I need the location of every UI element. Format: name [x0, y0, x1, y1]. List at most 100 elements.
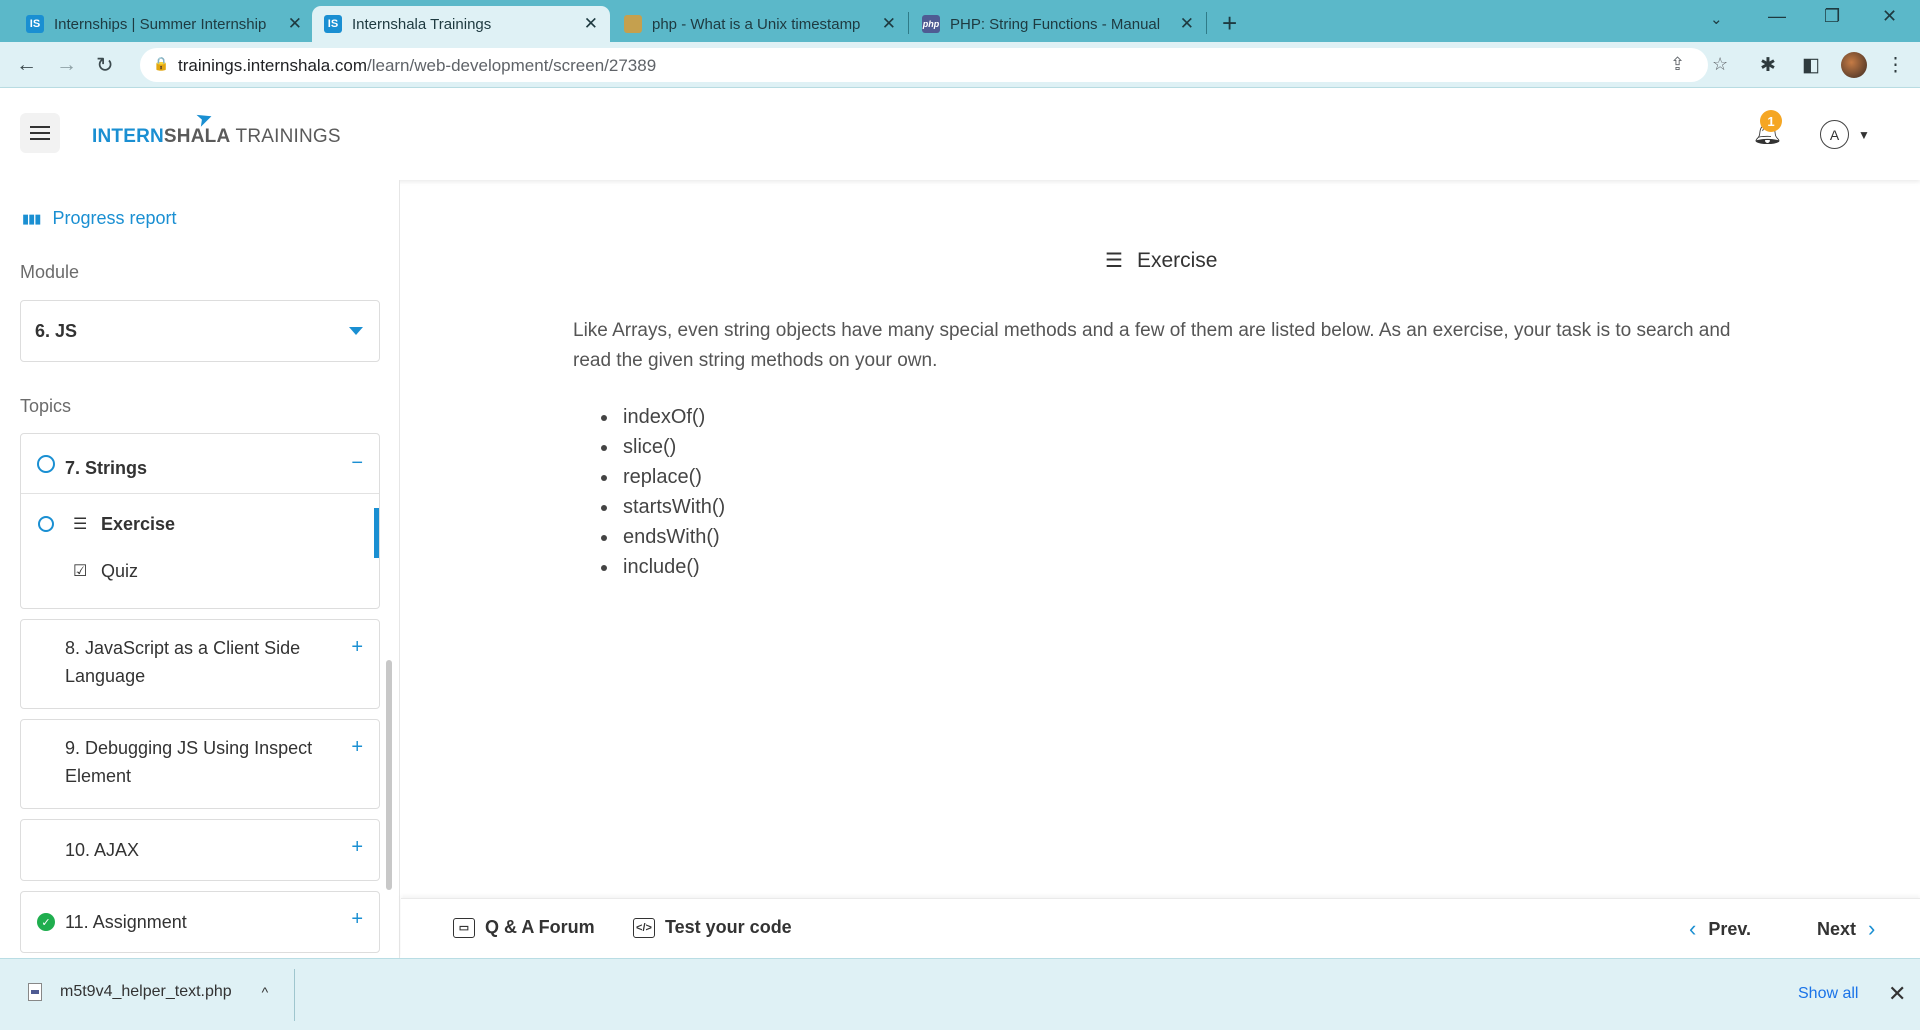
list-item: slice() — [601, 432, 725, 462]
list-item: indexOf() — [601, 402, 725, 432]
sub-item-exercise[interactable]: ☰ Exercise — [21, 502, 379, 558]
close-tab-icon[interactable]: ✕ — [288, 14, 302, 34]
chevron-up-icon[interactable]: ^ — [262, 984, 269, 1000]
prev-label: Prev. — [1708, 918, 1752, 939]
qa-forum-button[interactable]: ▭ Q & A Forum — [453, 917, 595, 938]
restore-icon[interactable]: ❐ — [1824, 6, 1840, 27]
topic-assignment[interactable]: ✓ 11. Assignment + — [20, 891, 380, 953]
test-your-code-label: Test your code — [665, 917, 792, 937]
collapse-minus-icon[interactable]: − — [351, 452, 363, 475]
url-path: /learn/web-development/screen/27389 — [366, 56, 657, 75]
browser-tab-internships[interactable]: IS Internships | Summer Internship ✕ — [14, 6, 314, 42]
completed-check-icon: ✓ — [37, 913, 55, 931]
browser-address-bar: ← → ↻ 🔒 trainings.internshala.com/learn/… — [0, 42, 1920, 88]
tab-title: Internshala Trainings — [352, 15, 492, 33]
internshala-favicon-icon: IS — [26, 15, 44, 33]
expand-plus-icon[interactable]: + — [351, 908, 363, 931]
expand-plus-icon[interactable]: + — [351, 636, 363, 659]
share-icon[interactable]: ⇪ — [1670, 54, 1685, 75]
lesson-content: ☰ Exercise Like Arrays, even string obje… — [401, 180, 1920, 898]
qa-forum-label: Q & A Forum — [485, 917, 595, 937]
forward-arrow-icon[interactable]: → — [56, 53, 77, 77]
test-your-code-button[interactable]: </> Test your code — [633, 917, 792, 938]
logo-text-intern: INTERN — [92, 126, 164, 147]
topic-title: 8. JavaScript as a Client Side Language — [65, 638, 301, 686]
exercise-heading: ☰ Exercise — [1105, 248, 1217, 273]
sub-item-quiz[interactable]: ☑ Quiz — [21, 549, 379, 595]
topic-title: 9. Debugging JS Using Inspect Element — [65, 738, 313, 786]
close-tab-icon[interactable]: ✕ — [584, 14, 598, 34]
in-progress-circle-icon — [38, 516, 54, 532]
browser-profile-avatar[interactable] — [1841, 52, 1867, 78]
account-caret-icon[interactable]: ▼ — [1858, 128, 1870, 142]
list-item: include() — [601, 552, 725, 582]
list-item: endsWith() — [601, 522, 725, 552]
topic-title: 11. Assignment — [65, 912, 187, 932]
url-host: trainings.internshala.com — [178, 56, 367, 75]
module-select[interactable]: 6. JS — [20, 300, 380, 362]
hamburger-menu-icon[interactable] — [20, 113, 60, 153]
downloads-bar: m5t9v4_helper_text.php ^ Show all ✕ — [0, 958, 1920, 1030]
browser-tab-unix-timestamp[interactable]: php - What is a Unix timestamp ✕ — [612, 6, 908, 42]
lesson-footer: ▭ Q & A Forum </> Test your code ‹ Prev.… — [401, 898, 1920, 958]
internshala-trainings-logo[interactable]: INTERNSHALA TRAININGS — [92, 126, 341, 148]
show-all-downloads-button[interactable]: Show all — [1798, 985, 1858, 1003]
lines-icon: ☰ — [73, 516, 88, 533]
topic-strings: 7. Strings − ☰ Exercise ☑ Quiz — [20, 433, 380, 609]
php-favicon-icon: php — [922, 15, 940, 33]
prev-button[interactable]: ‹ Prev. — [1689, 916, 1751, 942]
next-label: Next — [1817, 918, 1857, 939]
exercise-description: Like Arrays, even string objects have ma… — [573, 320, 1731, 371]
download-item[interactable]: m5t9v4_helper_text.php ^ — [28, 983, 268, 1001]
string-methods-list: indexOf() slice() replace() startsWith()… — [601, 402, 725, 582]
tab-separator — [908, 12, 909, 34]
reload-icon[interactable]: ↻ — [96, 53, 114, 78]
tab-title: php - What is a Unix timestamp — [652, 15, 861, 33]
topics-label: Topics — [20, 396, 72, 416]
user-avatar[interactable]: A — [1820, 120, 1849, 149]
lines-icon: ☰ — [1105, 250, 1123, 272]
browser-tab-internshala-trainings[interactable]: IS Internshala Trainings ✕ — [312, 6, 610, 42]
tab-separator — [1206, 12, 1207, 34]
next-button[interactable]: Next › — [1817, 916, 1875, 942]
chevron-left-icon: ‹ — [1689, 916, 1697, 941]
browser-menu-icon[interactable]: ⋮ — [1886, 54, 1905, 77]
topic-debugging-js[interactable]: 9. Debugging JS Using Inspect Element + — [20, 719, 380, 809]
code-brackets-icon: </> — [633, 917, 655, 938]
tab-search-icon[interactable]: ⌄ — [1710, 10, 1723, 28]
bookmark-star-icon[interactable]: ☆ — [1712, 54, 1728, 75]
lock-icon[interactable]: 🔒 — [153, 56, 169, 72]
expand-plus-icon[interactable]: + — [351, 836, 363, 859]
tab-title: Internships | Summer Internship — [54, 15, 267, 33]
window-close-icon[interactable]: ✕ — [1882, 6, 1897, 27]
minimize-icon[interactable]: — — [1768, 6, 1786, 27]
topic-title: 10. AJAX — [65, 840, 140, 860]
notification-count-badge: 1 — [1760, 110, 1782, 132]
expand-plus-icon[interactable]: + — [351, 736, 363, 759]
url-text: trainings.internshala.com/learn/web-deve… — [178, 56, 656, 76]
close-tab-icon[interactable]: ✕ — [1180, 14, 1194, 34]
close-downloads-icon[interactable]: ✕ — [1888, 981, 1906, 1007]
progress-report-link[interactable]: ▮▮▮ Progress report — [22, 208, 177, 229]
close-tab-icon[interactable]: ✕ — [882, 14, 896, 34]
side-panel-icon[interactable]: ◧ — [1802, 54, 1820, 77]
checkbox-icon: ☑ — [73, 563, 88, 580]
topic-ajax[interactable]: 10. AJAX + — [20, 819, 380, 881]
extensions-icon[interactable]: ✱ — [1760, 54, 1776, 77]
download-separator — [294, 969, 295, 1021]
back-arrow-icon[interactable]: ← — [16, 53, 37, 77]
browser-tab-php-string-functions[interactable]: php PHP: String Functions - Manual ✕ — [910, 6, 1206, 42]
topic-title: 7. Strings — [65, 458, 148, 478]
module-label: Module — [20, 262, 80, 282]
topic-javascript-client-side[interactable]: 8. JavaScript as a Client Side Language … — [20, 619, 380, 709]
topic-header[interactable]: 7. Strings − — [21, 434, 379, 494]
course-sidebar: ▮▮▮ Progress report Module 6. JS Topics … — [0, 180, 400, 958]
tab-title: PHP: String Functions - Manual — [950, 15, 1161, 33]
sidebar-scrollbar[interactable] — [386, 660, 392, 890]
module-selected-value: 6. JS — [35, 321, 78, 341]
stackoverflow-favicon-icon — [624, 15, 642, 33]
download-file-name: m5t9v4_helper_text.php — [60, 983, 232, 1000]
new-tab-icon[interactable]: + — [1222, 8, 1237, 39]
dropdown-caret-icon — [349, 327, 363, 335]
url-field[interactable]: 🔒 trainings.internshala.com/learn/web-de… — [140, 48, 1728, 82]
